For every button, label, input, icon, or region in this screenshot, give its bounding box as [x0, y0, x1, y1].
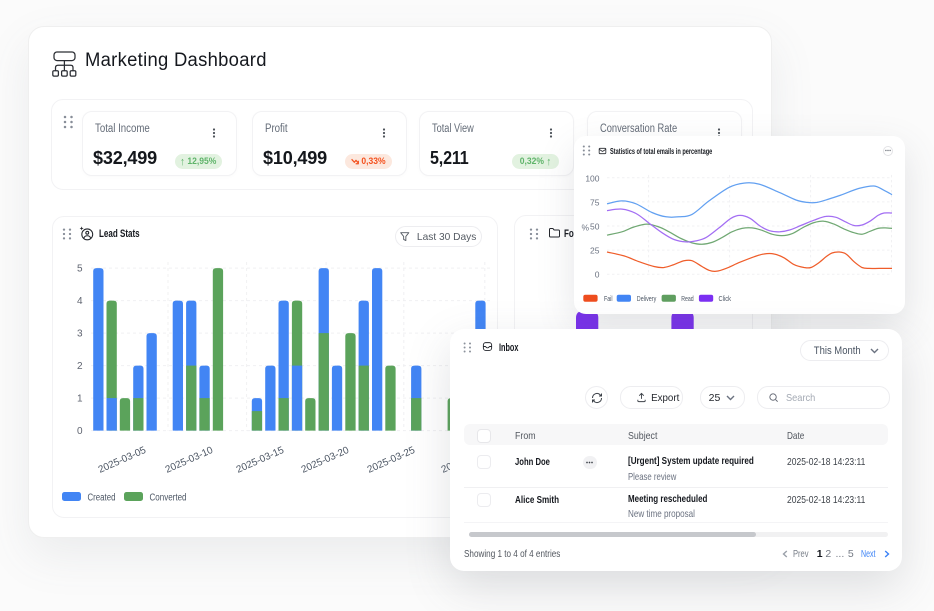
svg-text:2025-03-20: 2025-03-20 — [300, 445, 351, 476]
svg-text:2025-03-25: 2025-03-25 — [366, 445, 417, 476]
svg-text:Created: Created — [88, 493, 116, 504]
svg-text:4: 4 — [77, 296, 83, 307]
svg-text:1: 1 — [77, 394, 83, 405]
svg-text:50: 50 — [590, 222, 600, 232]
svg-text:2025-03-15: 2025-03-15 — [235, 445, 286, 476]
svg-text:2: 2 — [77, 361, 83, 372]
svg-text:0: 0 — [77, 426, 83, 437]
svg-text:25: 25 — [590, 246, 600, 256]
svg-text:2025-03-05: 2025-03-05 — [97, 445, 148, 476]
svg-text:Fail: Fail — [604, 294, 613, 303]
svg-text:Delivery: Delivery — [637, 294, 657, 303]
svg-text:5: 5 — [77, 264, 83, 275]
svg-text:Read: Read — [681, 294, 694, 303]
svg-text:%: % — [582, 223, 590, 233]
svg-text:Converted: Converted — [150, 493, 187, 504]
svg-text:Click: Click — [719, 294, 732, 303]
svg-text:0: 0 — [595, 270, 600, 280]
svg-text:2025-03-10: 2025-03-10 — [164, 445, 215, 476]
svg-text:3: 3 — [77, 329, 83, 340]
svg-text:75: 75 — [590, 197, 600, 207]
svg-text:100: 100 — [585, 173, 599, 183]
